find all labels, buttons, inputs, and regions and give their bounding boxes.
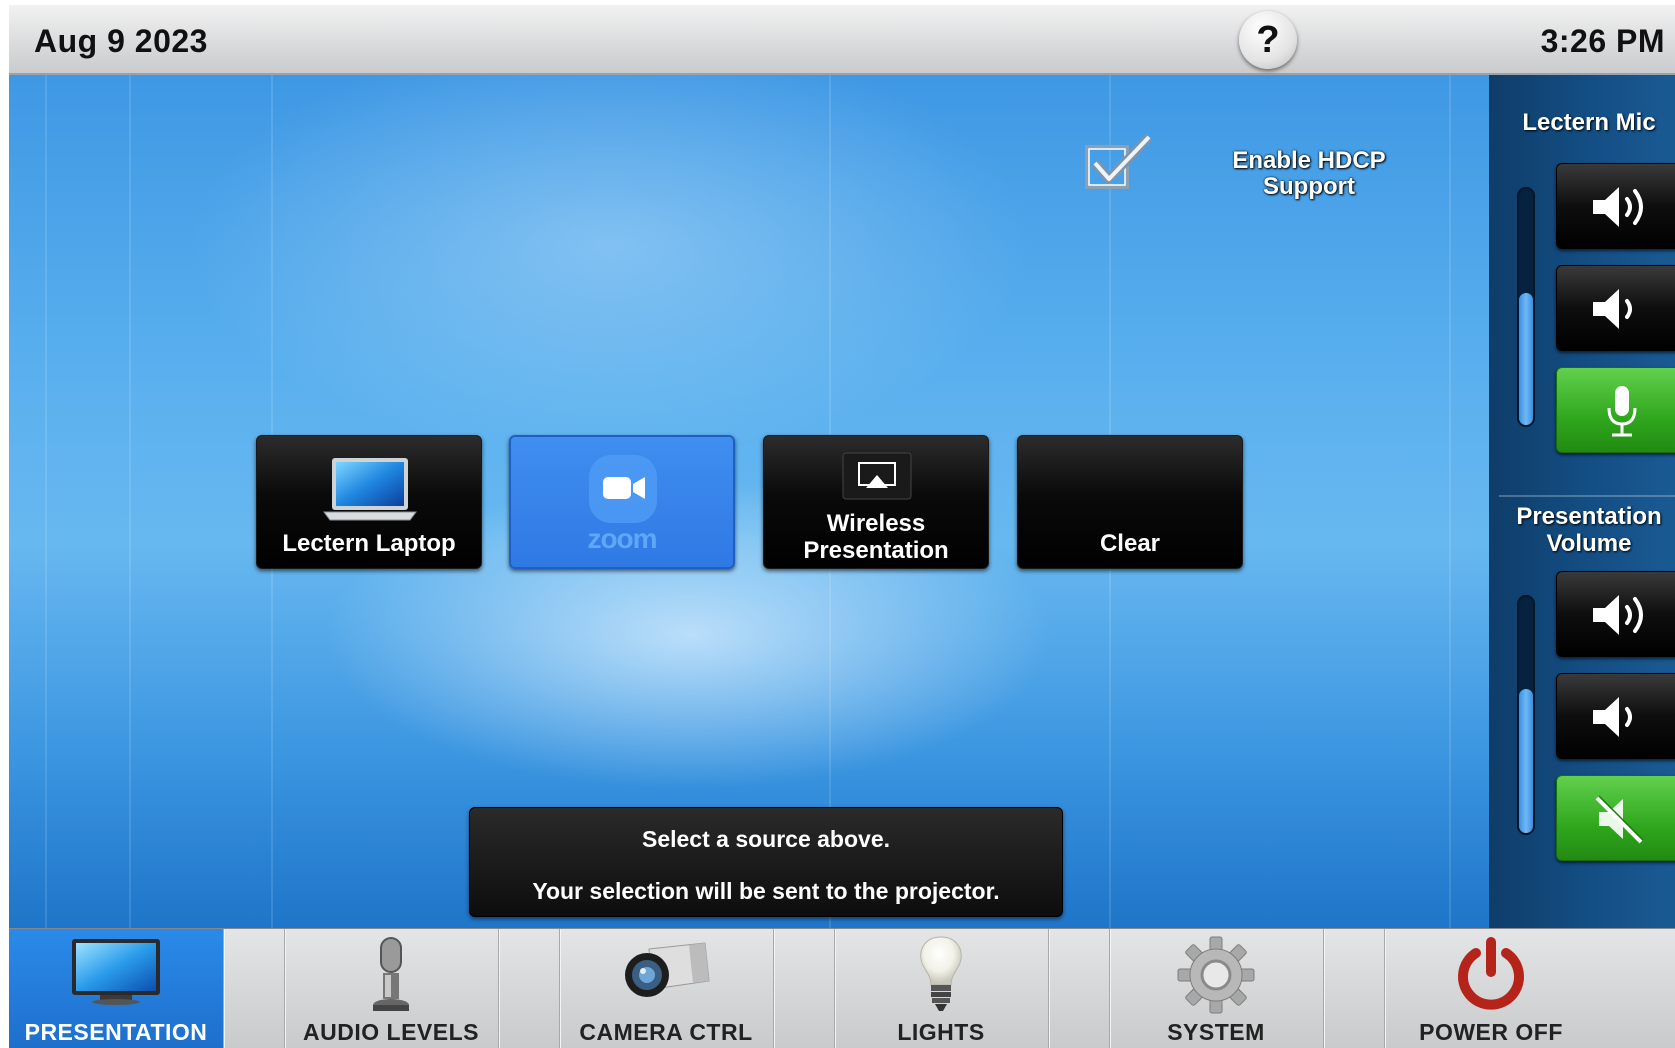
- presentation-mute-button[interactable]: [1556, 775, 1675, 861]
- nav-label: CAMERA CTRL: [579, 1019, 753, 1045]
- level-fill: [1519, 689, 1533, 833]
- nav-separator: [498, 929, 499, 1048]
- nav-label: POWER OFF: [1419, 1019, 1563, 1045]
- camera-icon: [625, 942, 710, 997]
- source-label: Lectern Laptop: [282, 530, 456, 557]
- nav-label: PRESENTATION: [24, 1019, 208, 1045]
- nav-lights[interactable]: LIGHTS: [834, 929, 1048, 1048]
- source-button-wireless-presentation[interactable]: Wireless Presentation: [763, 435, 989, 569]
- title-line: Volume: [1546, 530, 1632, 557]
- microphone-icon: [373, 937, 409, 1011]
- nav-power-off[interactable]: POWER OFF: [1384, 929, 1598, 1048]
- zoom-icon: [589, 455, 657, 523]
- gear-icon: [1177, 936, 1255, 1014]
- presentation-volume-up-button[interactable]: [1556, 571, 1675, 657]
- volume-down-icon: [1593, 697, 1632, 737]
- source-label: zoom: [587, 523, 657, 554]
- instruction-line-1: Select a source above.: [641, 826, 890, 852]
- instruction-box: Select a source above. Your selection wi…: [469, 807, 1063, 917]
- help-button[interactable]: ?: [1239, 11, 1297, 69]
- volume-up-icon: [1593, 595, 1643, 635]
- background-streak: [45, 75, 47, 928]
- nav-separator: [773, 929, 774, 1048]
- instruction-line-2: Your selection will be sent to the proje…: [532, 878, 1000, 904]
- source-label: Clear: [1099, 530, 1161, 557]
- nav-system[interactable]: SYSTEM: [1109, 929, 1323, 1048]
- bottom-nav: PRESENTATION AUDIO LEVELS CAMERA CTRL LI…: [9, 928, 1675, 1048]
- source-button-lectern-laptop[interactable]: Lectern Laptop: [256, 435, 482, 569]
- nav-presentation[interactable]: PRESENTATION: [9, 929, 223, 1048]
- nav-camera-ctrl[interactable]: CAMERA CTRL: [559, 929, 773, 1048]
- presentation-volume-slider[interactable]: [1517, 595, 1535, 835]
- lectern-mic-mute-button[interactable]: [1556, 367, 1675, 453]
- background-streak: [1449, 75, 1451, 928]
- hdcp-checkbox[interactable]: [1085, 133, 1153, 191]
- lectern-mic-volume-down-button[interactable]: [1556, 265, 1675, 351]
- source-label: Wireless Presentation: [803, 510, 949, 564]
- presentation-volume-title: Presentation Volume: [1489, 503, 1675, 557]
- time-display: 3:26 PM: [1540, 23, 1665, 59]
- power-icon: [1458, 937, 1524, 1010]
- nav-audio-levels[interactable]: AUDIO LEVELS: [284, 929, 498, 1048]
- source-button-clear[interactable]: Clear: [1017, 435, 1243, 569]
- main-area: Enable HDCPSupport Lectern Laptop zoom: [9, 75, 1489, 928]
- presentation-volume-down-button[interactable]: [1556, 673, 1675, 759]
- volume-up-icon: [1593, 187, 1643, 227]
- background-streak: [129, 75, 131, 928]
- lightbulb-icon: [920, 936, 962, 1011]
- checkmark-icon: [1085, 133, 1153, 189]
- lectern-mic-title: Lectern Mic: [1522, 109, 1656, 136]
- nav-separator: [1323, 929, 1324, 1048]
- nav-label: AUDIO LEVELS: [303, 1019, 479, 1045]
- nav-separator: [1048, 929, 1049, 1048]
- microphone-icon: [1607, 386, 1637, 437]
- monitor-icon: [72, 939, 160, 1005]
- title-line: Presentation: [1516, 503, 1662, 530]
- touch-panel-screen: Aug 9 2023 ? 3:26 PM Enable HDCPSupport: [9, 5, 1675, 1048]
- speaker-muted-icon: [1595, 795, 1644, 844]
- volume-panel: Lectern Mic Presentation Volume: [1489, 75, 1675, 928]
- lectern-mic-level-slider[interactable]: [1517, 187, 1535, 427]
- lectern-mic-volume-up-button[interactable]: [1556, 163, 1675, 249]
- panel-divider: [1499, 495, 1675, 497]
- nav-label: SYSTEM: [1167, 1019, 1265, 1045]
- hdcp-label: Enable HDCP Support: [1232, 147, 1386, 200]
- date-display: Aug 9 2023: [34, 23, 208, 59]
- laptop-icon: [323, 458, 417, 521]
- volume-down-icon: [1593, 289, 1632, 329]
- airplay-icon: [842, 452, 912, 500]
- nav-label: LIGHTS: [897, 1019, 985, 1045]
- nav-separator: [223, 929, 224, 1048]
- level-fill: [1519, 293, 1533, 425]
- top-bar: Aug 9 2023 ? 3:26 PM: [9, 5, 1675, 75]
- source-button-zoom[interactable]: zoom: [509, 435, 735, 569]
